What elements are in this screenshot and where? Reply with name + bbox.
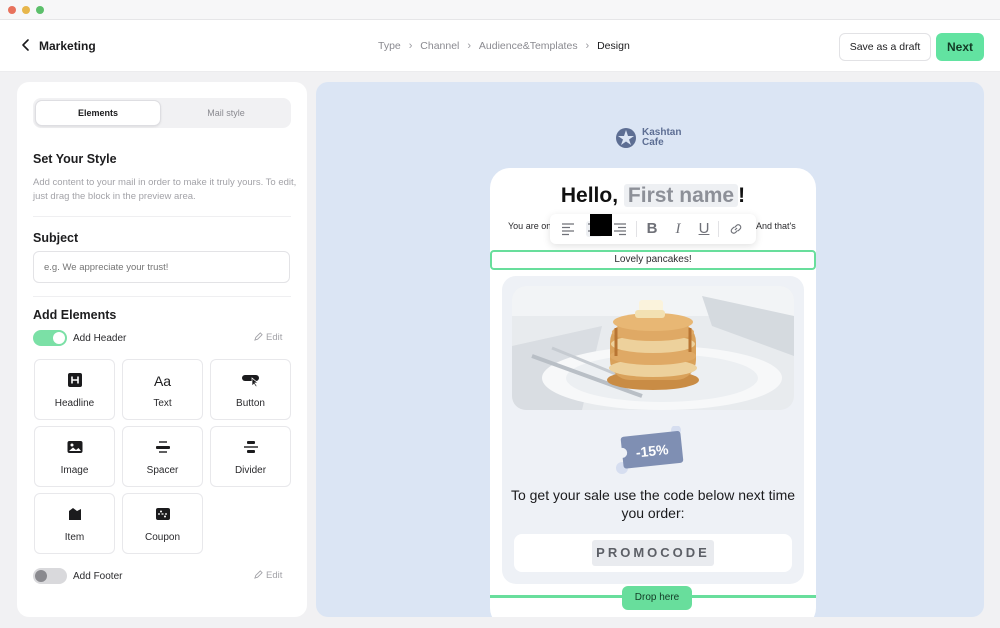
coupon-element-tile[interactable]: Coupon xyxy=(122,493,203,554)
set-style-description: Add content to your mail in order to mak… xyxy=(33,177,297,202)
breadcrumb-channel[interactable]: Channel xyxy=(420,40,459,52)
save-draft-button[interactable]: Save as a draft xyxy=(839,33,931,61)
minimize-window-dot[interactable] xyxy=(22,6,30,14)
tile-label: Spacer xyxy=(146,465,179,476)
pencil-icon xyxy=(254,570,263,579)
tile-label: Coupon xyxy=(144,532,181,543)
image-element-tile[interactable]: Image xyxy=(34,426,115,487)
headline-icon xyxy=(35,373,114,389)
item-element-tile[interactable]: Item xyxy=(34,493,115,554)
headline-element-tile[interactable]: Headline xyxy=(34,359,115,420)
item-icon xyxy=(35,507,114,523)
window-titlebar xyxy=(0,0,1000,20)
page-title: Marketing xyxy=(39,39,96,53)
add-header-toggle[interactable] xyxy=(33,330,67,346)
edit-header-button[interactable]: Edit xyxy=(254,332,282,343)
close-window-dot[interactable] xyxy=(8,6,16,14)
tile-label: Item xyxy=(64,532,85,543)
discount-coupon-art: -15% xyxy=(616,426,684,474)
greeting-text: Hello, xyxy=(560,184,619,207)
leaf-logo-icon xyxy=(616,128,636,148)
align-left-icon[interactable] xyxy=(560,221,576,237)
toolbar-separator xyxy=(718,221,719,237)
promo-code[interactable]: PROMOCODE xyxy=(592,540,714,566)
tile-label: Button xyxy=(236,398,265,409)
edit-label: Edit xyxy=(266,332,283,343)
add-footer-toggle[interactable] xyxy=(33,568,67,584)
first-name-merge-tag[interactable]: First name xyxy=(623,184,739,207)
elements-panel: Elements Mail style Set Your Style Add c… xyxy=(17,82,307,617)
offer-text: To get your sale use the code below next… xyxy=(510,487,796,521)
tile-label: Divider xyxy=(234,465,267,476)
breadcrumb: Type › Channel › Audience&Templates › De… xyxy=(378,40,630,52)
subject-heading: Subject xyxy=(33,231,79,245)
greeting-suffix: ! xyxy=(738,184,746,207)
next-button[interactable]: Next xyxy=(936,33,984,61)
tile-label: Headline xyxy=(54,398,95,409)
divider-element-tile[interactable]: Divider xyxy=(210,426,291,487)
format-toolbar: B I U xyxy=(550,214,756,244)
divider-icon xyxy=(211,440,290,456)
add-header-label: Add Header xyxy=(73,333,127,344)
drop-here-target[interactable]: Drop here xyxy=(622,586,692,610)
align-right-icon[interactable] xyxy=(612,221,628,237)
edit-label: Edit xyxy=(266,570,283,581)
add-footer-label: Add Footer xyxy=(73,571,123,582)
edit-footer-button[interactable]: Edit xyxy=(254,570,282,581)
chevron-right-icon: › xyxy=(467,40,471,53)
logo-name-line2: Cafe xyxy=(642,137,664,148)
chevron-left-icon[interactable] xyxy=(18,37,34,53)
pencil-icon xyxy=(254,332,263,341)
body-text-left: You are on xyxy=(508,221,552,231)
image-icon xyxy=(35,440,114,456)
greeting-headline[interactable]: Hello, First name! xyxy=(490,184,816,208)
add-elements-heading: Add Elements xyxy=(33,308,117,322)
button-element-tile[interactable]: Button xyxy=(210,359,291,420)
bold-icon[interactable]: B xyxy=(644,221,660,237)
body-text-right: And that's xyxy=(756,221,796,231)
tile-label: Text xyxy=(153,398,172,409)
breadcrumb-design[interactable]: Design xyxy=(597,40,630,52)
chevron-right-icon: › xyxy=(585,40,590,53)
set-style-heading: Set Your Style xyxy=(33,152,117,166)
subject-input[interactable] xyxy=(33,251,290,283)
pancakes-photo xyxy=(512,286,794,410)
divider xyxy=(33,296,291,297)
breadcrumb-type[interactable]: Type xyxy=(378,40,401,52)
toggle-knob xyxy=(53,332,65,344)
breadcrumb-audience-templates[interactable]: Audience&Templates xyxy=(479,40,578,52)
cafe-logo: Kashtan Cafe xyxy=(615,126,695,150)
mail-canvas: Hello, First name! You are on And that's… xyxy=(490,168,816,617)
tile-label: Image xyxy=(60,465,89,476)
chevron-right-icon: › xyxy=(408,40,413,53)
promo-card[interactable]: -15% To get your sale use the code below… xyxy=(502,276,804,584)
button-icon xyxy=(211,373,290,389)
text-element-tile[interactable]: Aa Text xyxy=(122,359,203,420)
coupon-icon xyxy=(123,507,202,523)
promo-code-box: PROMOCODE xyxy=(514,534,792,572)
text-icon: Aa xyxy=(153,373,172,389)
italic-icon[interactable]: I xyxy=(670,221,686,237)
divider xyxy=(33,216,291,217)
spacer-element-tile[interactable]: Spacer xyxy=(122,426,203,487)
link-icon[interactable] xyxy=(728,221,744,237)
tab-mail-style[interactable]: Mail style xyxy=(163,100,289,126)
panel-tabs: Elements Mail style xyxy=(33,98,291,128)
top-bar: Marketing Type › Channel › Audience&Temp… xyxy=(0,20,1000,72)
underline-icon[interactable]: U xyxy=(696,221,712,237)
cursor-marker xyxy=(590,214,612,236)
mail-preview-area: Kashtan Cafe Hello, First name! You are … xyxy=(316,82,984,617)
editing-text-block[interactable]: Lovely pancakes! xyxy=(490,250,816,270)
spacer-icon xyxy=(123,440,202,456)
maximize-window-dot[interactable] xyxy=(36,6,44,14)
toolbar-separator xyxy=(636,221,637,237)
toggle-knob xyxy=(35,570,47,582)
tab-elements[interactable]: Elements xyxy=(35,100,161,126)
